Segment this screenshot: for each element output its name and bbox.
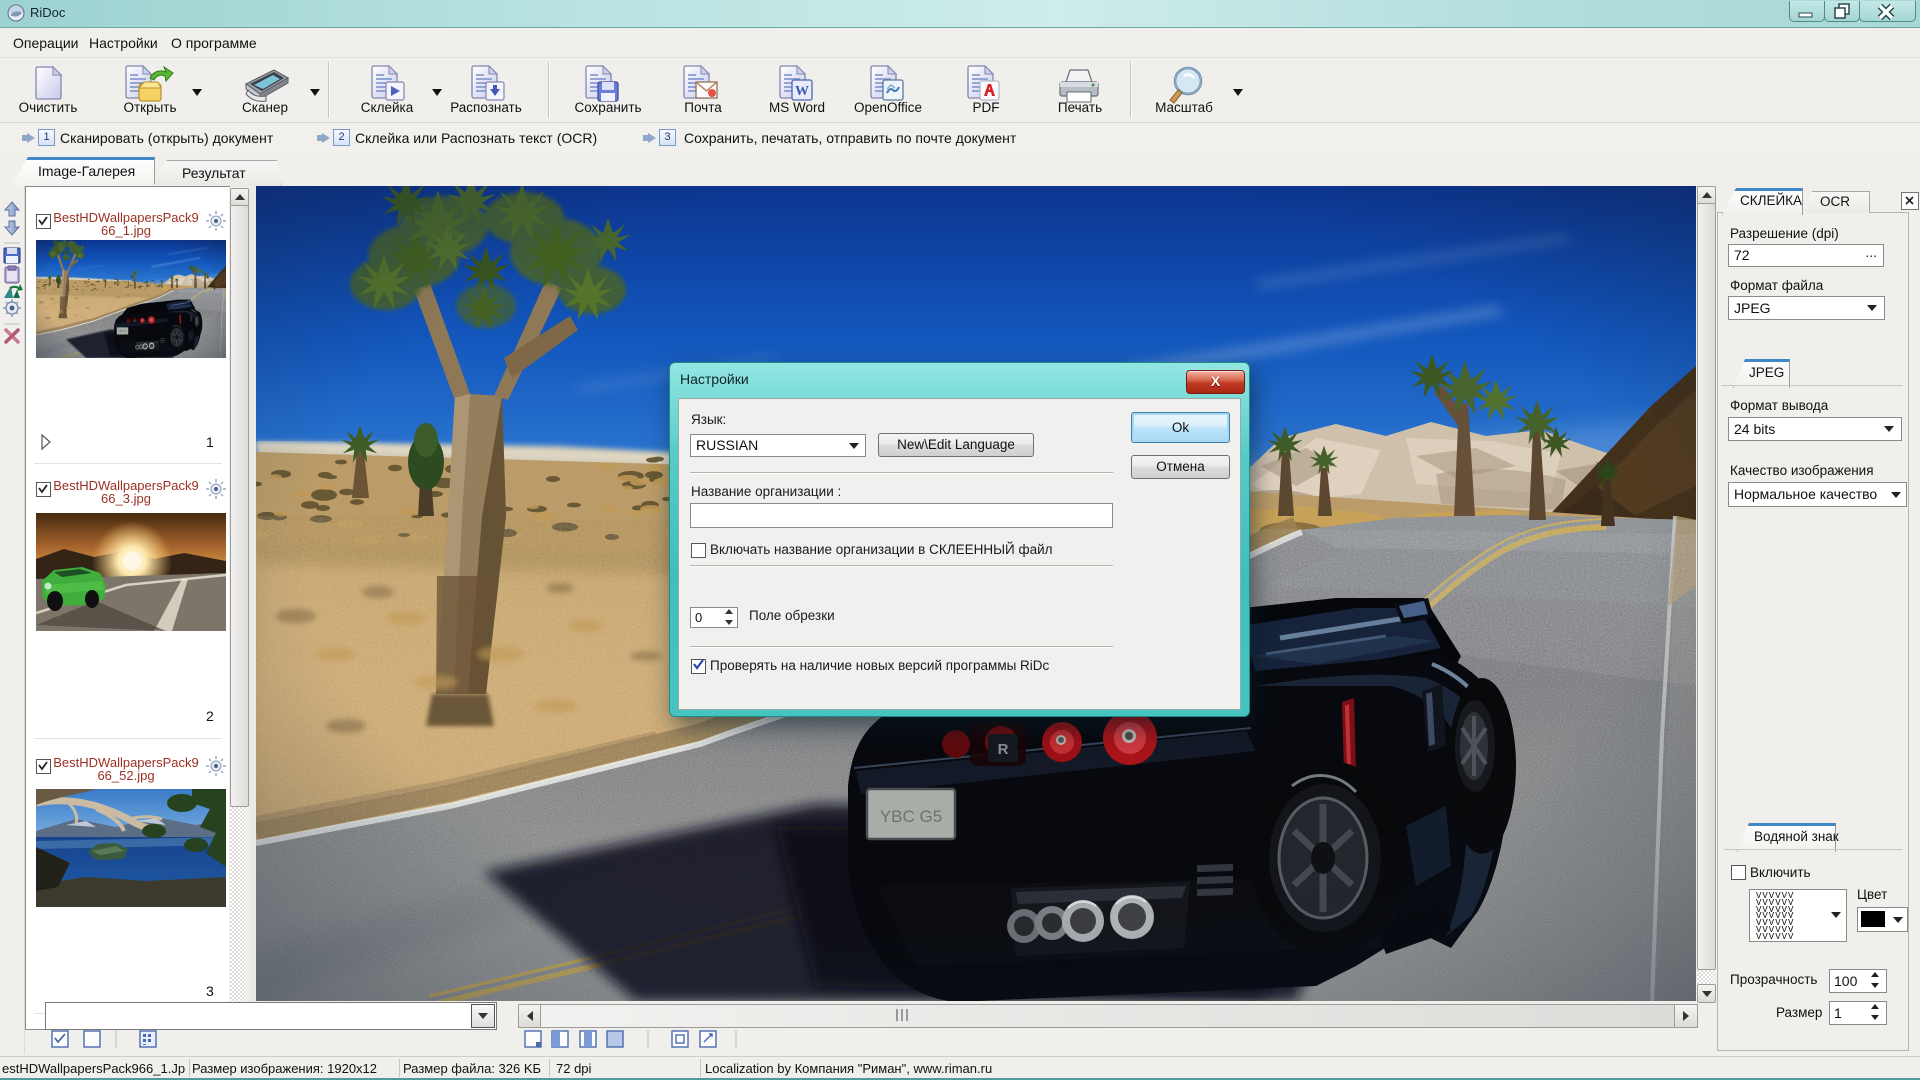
svg-text:W: W — [795, 84, 809, 99]
